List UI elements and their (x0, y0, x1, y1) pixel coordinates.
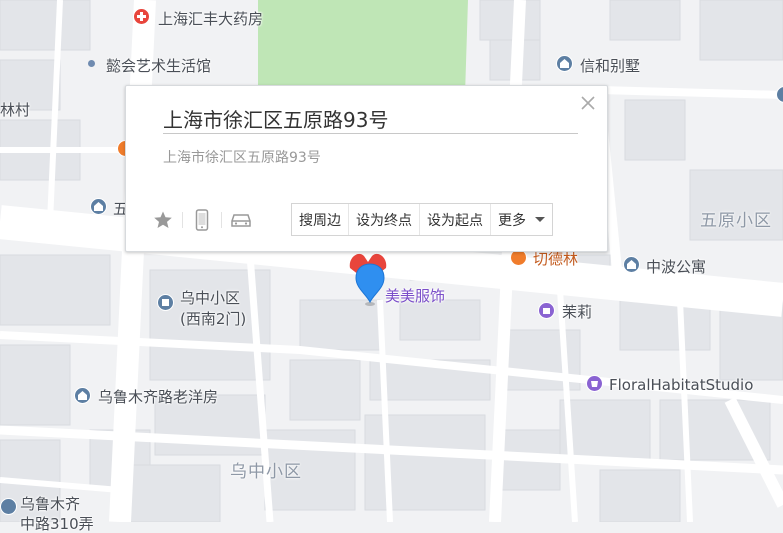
popup-action-bar: 搜周边 设为终点 设为起点 更多 (291, 203, 553, 236)
park-area (258, 0, 468, 95)
poi-label-floral-studio[interactable]: FloralHabitatStudio (609, 376, 753, 394)
wulumuqi-partial-poi-icon[interactable] (0, 498, 17, 515)
poi-label-wulumuqi-partial-line1[interactable]: 乌鲁木齐 (20, 495, 80, 513)
poi-label-orange-poi[interactable]: 切德林 (533, 250, 578, 268)
poi-label-zhongbo-apt[interactable]: 中波公寓 (646, 258, 706, 276)
chevron-down-icon (535, 217, 545, 222)
phone-icon[interactable] (190, 208, 214, 232)
zhongbo-apt-poi-icon[interactable] (623, 256, 640, 273)
poi-label-wulumuqi-house[interactable]: 乌鲁木齐路老洋房 (98, 388, 218, 406)
popup-address: 上海市徐汇区五原路93号 (163, 150, 321, 166)
search-nearby-button[interactable]: 搜周边 (292, 204, 348, 235)
area-label-wuzhong-community: 乌中小区 (230, 462, 302, 482)
icon-separator (182, 212, 183, 228)
star-icon[interactable] (151, 208, 175, 232)
popup-divider (163, 133, 578, 134)
poi-label-wuzhong-gate-line2[interactable]: (西南2门) (180, 310, 246, 328)
close-icon[interactable] (579, 94, 597, 112)
xinhe-villa-poi-icon[interactable] (556, 55, 573, 72)
more-label: 更多 (498, 212, 526, 229)
car-icon[interactable] (229, 208, 253, 232)
poi-label-art-hall[interactable]: 懿会艺术生活馆 (106, 57, 211, 75)
icon-separator (221, 212, 222, 228)
set-destination-button[interactable]: 设为终点 (348, 204, 419, 235)
moli-poi-icon[interactable] (538, 302, 555, 319)
wulumuqi-house-poi-icon[interactable] (74, 387, 91, 404)
popup-icon-group (151, 208, 253, 232)
poi-label-wuzhong-gate-line1[interactable]: 乌中小区 (180, 289, 240, 307)
five-poi-icon[interactable] (90, 198, 107, 215)
poi-label-pharmacy[interactable]: 上海汇丰大药房 (158, 10, 263, 28)
art-hall-poi-icon[interactable] (88, 60, 95, 67)
poi-label-meimei-clothing[interactable]: 美美服饰 (385, 287, 445, 305)
poi-label-wulumuqi-partial-line2[interactable]: 中路310弄 (20, 515, 94, 533)
poi-label-lin-cun[interactable]: 林村 (0, 101, 30, 119)
poi-label-moli[interactable]: 茉莉 (562, 303, 592, 321)
info-popup: 上海市徐汇区五原路93号 上海市徐汇区五原路93号 搜周边 设为终点 设为起点 … (125, 85, 608, 252)
more-dropdown[interactable]: 更多 (490, 204, 552, 235)
area-label-wuyuan-community: 五原小区 (700, 211, 772, 231)
set-start-button[interactable]: 设为起点 (419, 204, 490, 235)
pharmacy-poi-icon[interactable] (133, 8, 150, 25)
wuzhong-gate-poi-icon[interactable] (157, 294, 174, 311)
poi-label-xinhe-villa[interactable]: 信和别墅 (580, 57, 640, 75)
floral-studio-poi-icon[interactable] (586, 375, 603, 392)
popup-title: 上海市徐汇区五原路93号 (163, 108, 389, 132)
